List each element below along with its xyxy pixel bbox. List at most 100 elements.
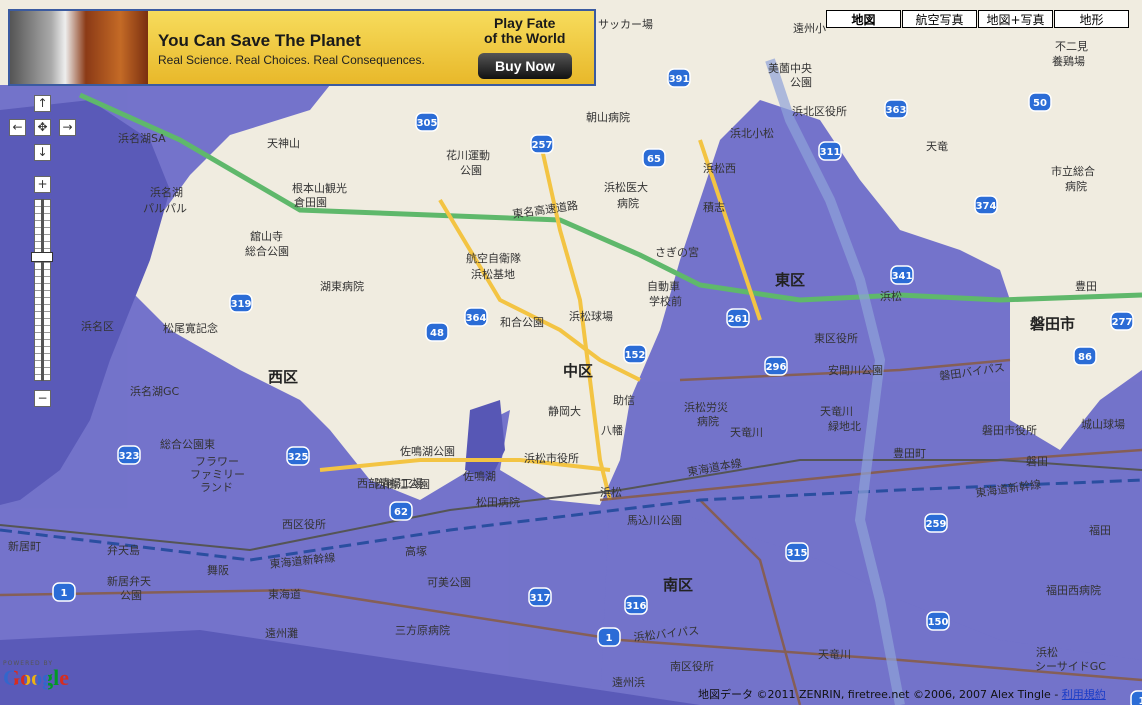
terms-link[interactable]: 利用規約 xyxy=(1062,688,1106,701)
svg-text:市立総合: 市立総合 xyxy=(1051,164,1095,178)
route-shield: 261 xyxy=(726,308,750,328)
route-shield-number: 363 xyxy=(886,105,907,116)
map-canvas[interactable]: 西区 中区 東区 南区 磐田市 天神山 根本山観光 倉田園 舘山寺 総合公園 湖… xyxy=(0,0,1142,705)
svg-text:総合公園東: 総合公園東 xyxy=(160,437,215,451)
district-minami: 南区 xyxy=(663,576,693,594)
copyright-text: 地図データ ©2011 ZENRIN, firetree.net ©2006, … xyxy=(698,688,1062,701)
route-shield: 305 xyxy=(415,112,439,132)
route-shield: 323 xyxy=(117,445,141,465)
svg-text:安間川公園: 安間川公園 xyxy=(828,363,883,377)
zoom-slider-handle[interactable] xyxy=(31,252,53,262)
zoom-in-button[interactable]: + xyxy=(34,176,51,193)
route-shield: 374 xyxy=(974,195,998,215)
map-type-hybrid[interactable]: 地図+写真 xyxy=(978,10,1053,28)
route-shield: 65 xyxy=(642,148,666,168)
svg-text:浜北小松: 浜北小松 xyxy=(730,126,774,140)
route-shield-number: 277 xyxy=(1112,317,1133,328)
route-shield: 150 xyxy=(926,611,950,631)
svg-text:豊田町: 豊田町 xyxy=(893,447,926,460)
route-shield: 319 xyxy=(229,293,253,313)
svg-text:公園: 公園 xyxy=(790,76,812,89)
svg-text:公園: 公園 xyxy=(120,589,142,602)
ad-headline: You Can Save The Planet xyxy=(158,31,361,50)
route-shield-number: 65 xyxy=(647,154,661,165)
route-shield: 257 xyxy=(530,134,554,154)
map-type-terrain[interactable]: 地形 xyxy=(1054,10,1129,28)
route-shield: 391 xyxy=(667,68,691,88)
svg-text:学校前: 学校前 xyxy=(649,294,682,308)
svg-text:可美公園: 可美公園 xyxy=(427,576,471,589)
route-shield: 311 xyxy=(818,141,842,161)
pan-center-button[interactable]: ✥ xyxy=(34,119,51,136)
google-wordmark: Google xyxy=(3,667,69,689)
svg-text:東海道: 東海道 xyxy=(268,587,301,601)
svg-text:サッカー場: サッカー場 xyxy=(598,18,653,31)
svg-text:天竜川: 天竜川 xyxy=(730,425,763,439)
ad-banner[interactable]: You Can Save The Planet Real Science. Re… xyxy=(8,9,596,86)
svg-text:ランド: ランド xyxy=(200,481,233,494)
svg-text:不二見: 不二見 xyxy=(1055,40,1088,53)
district-naka: 中区 xyxy=(563,362,593,380)
route-shield: 259 xyxy=(924,513,948,533)
pan-right-button[interactable]: → xyxy=(59,119,76,136)
svg-text:ファミリー: ファミリー xyxy=(190,468,245,481)
svg-text:美薗中央: 美薗中央 xyxy=(768,62,812,75)
svg-text:西鴨江公園: 西鴨江公園 xyxy=(375,477,430,491)
svg-text:舞阪: 舞阪 xyxy=(207,563,229,577)
svg-text:朝山病院: 朝山病院 xyxy=(586,110,630,124)
route-shield-number: 319 xyxy=(231,299,252,310)
svg-text:公園: 公園 xyxy=(460,164,482,177)
pan-up-button[interactable]: ↑ xyxy=(34,95,51,112)
svg-text:浜名区: 浜名区 xyxy=(81,319,114,333)
svg-text:浜松西: 浜松西 xyxy=(703,161,736,175)
copyright-notice: 地図データ ©2011 ZENRIN, firetree.net ©2006, … xyxy=(698,686,1106,702)
svg-text:天竜川: 天竜川 xyxy=(820,404,853,418)
svg-text:松田病院: 松田病院 xyxy=(476,495,520,509)
ad-tagline: Play Fate of the World xyxy=(484,16,565,46)
route-shield: 316 xyxy=(624,595,648,615)
svg-text:浜北区役所: 浜北区役所 xyxy=(792,104,847,118)
route-shield-number: 391 xyxy=(669,74,690,85)
svg-text:南区役所: 南区役所 xyxy=(670,659,714,673)
svg-text:湖東病院: 湖東病院 xyxy=(320,279,364,293)
route-shield-number: 374 xyxy=(976,201,997,212)
svg-text:磐田市役所: 磐田市役所 xyxy=(982,423,1037,437)
svg-text:天竜川: 天竜川 xyxy=(818,647,851,661)
svg-text:遠州灘: 遠州灘 xyxy=(265,627,298,640)
route-shield-number: 316 xyxy=(626,601,647,612)
ad-animal-image xyxy=(10,11,148,84)
route-shield: 315 xyxy=(785,542,809,562)
route-shield-number: 259 xyxy=(926,519,947,530)
pan-left-button[interactable]: ← xyxy=(9,119,26,136)
ad-buy-button[interactable]: Buy Now xyxy=(478,53,572,79)
svg-text:総合公園: 総合公園 xyxy=(245,244,289,258)
route-shield-number: 1 xyxy=(606,633,613,644)
svg-text:フラワー: フラワー xyxy=(195,455,239,468)
map-type-satellite[interactable]: 航空写真 xyxy=(902,10,977,28)
google-logo[interactable]: POWERED BY Google xyxy=(3,660,69,689)
svg-text:パルパル: パルパル xyxy=(143,202,187,215)
district-nishi: 西区 xyxy=(268,368,298,386)
map-type-map[interactable]: 地図 xyxy=(826,10,901,28)
svg-text:新居弁天: 新居弁天 xyxy=(107,574,151,588)
route-shield: 86 xyxy=(1073,346,1097,366)
svg-text:浜松: 浜松 xyxy=(600,485,622,499)
svg-text:西区役所: 西区役所 xyxy=(282,517,326,531)
route-shield-number: 86 xyxy=(1078,352,1092,363)
zoom-out-button[interactable]: − xyxy=(34,390,51,407)
route-shield: 317 xyxy=(528,587,552,607)
svg-text:静岡大: 静岡大 xyxy=(548,404,581,418)
route-shield-number: 341 xyxy=(892,271,913,282)
svg-text:磐田: 磐田 xyxy=(1026,454,1048,468)
route-shield-number: 152 xyxy=(625,350,646,361)
svg-text:馬込川公園: 馬込川公園 xyxy=(627,514,682,527)
svg-text:豊田: 豊田 xyxy=(1075,280,1097,293)
route-shield-number: 50 xyxy=(1033,98,1047,109)
svg-text:浜松市役所: 浜松市役所 xyxy=(524,451,579,465)
svg-text:航空自衛隊: 航空自衛隊 xyxy=(466,251,521,265)
pan-down-button[interactable]: ↓ xyxy=(34,144,51,161)
svg-text:遠州浜: 遠州浜 xyxy=(612,676,645,689)
svg-text:舘山寺: 舘山寺 xyxy=(250,229,283,243)
route-shield: 48 xyxy=(425,322,449,342)
svg-text:遠州小: 遠州小 xyxy=(793,22,826,35)
